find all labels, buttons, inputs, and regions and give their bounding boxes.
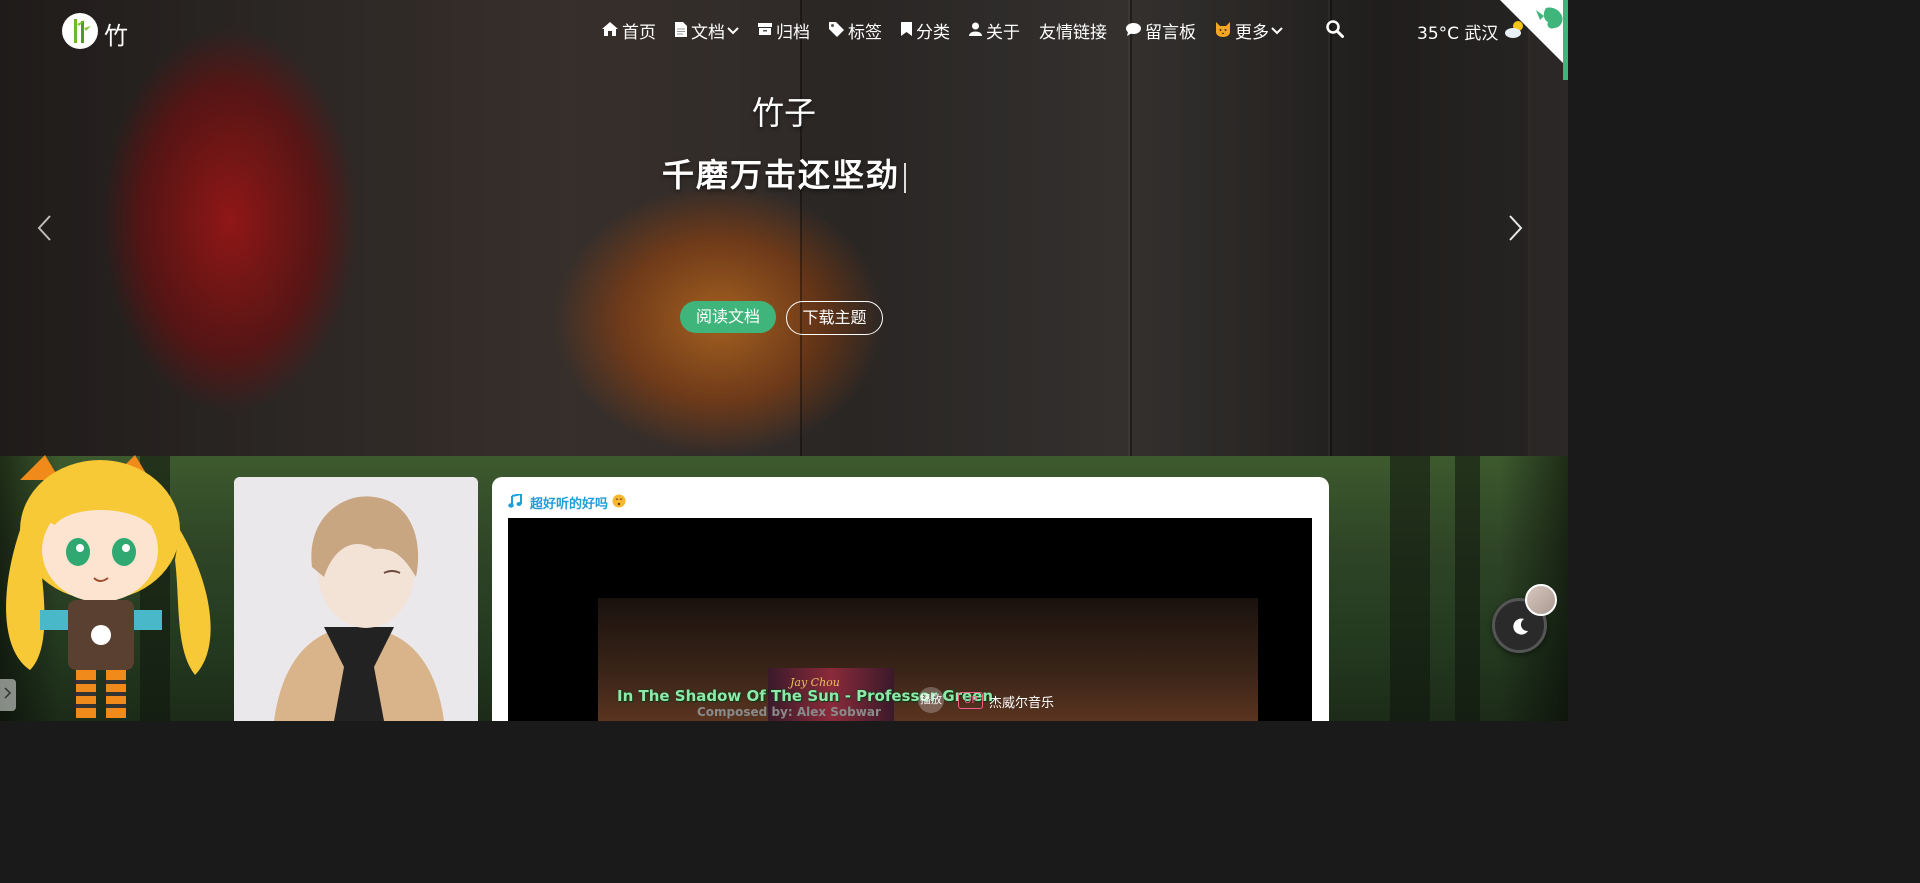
- main-menu: 首页 文档 归档 标签 分类 关于 友情链接 留言板 更多: [602, 18, 1302, 43]
- hero-shade: [0, 0, 1568, 456]
- anime-girl-mascot-icon: [6, 455, 211, 718]
- music-card: 超好听的好吗: [492, 477, 1329, 721]
- site-logo[interactable]: [62, 13, 98, 49]
- carousel-prev-button[interactable]: [36, 214, 66, 250]
- scroll-progress-indicator: [1563, 0, 1568, 80]
- user-icon: [969, 22, 982, 39]
- music-card-header: 超好听的好吗: [508, 492, 626, 512]
- nav-item-tags[interactable]: 标签: [829, 18, 882, 43]
- github-octocat-icon: [1500, 0, 1568, 68]
- live2d-mascot[interactable]: [0, 450, 220, 721]
- hero-banner: 竹 首页 文档 归档 标签 分类 关于 友情链接 留言板 更多 35°C 武汉 …: [0, 0, 1568, 456]
- music-note-icon: [508, 492, 522, 512]
- comment-icon: [1126, 22, 1141, 39]
- hero-subtitle-text: 千磨万击还坚劲: [661, 156, 900, 194]
- nav-item-label: 标签: [848, 23, 882, 43]
- home-icon: [602, 22, 618, 39]
- nav-item-label: 友情链接: [1039, 23, 1107, 43]
- archive-icon: [758, 23, 772, 38]
- bamboo-logo-icon: [74, 19, 91, 43]
- bg-tree-trunk: [1455, 456, 1480, 721]
- document-icon: [675, 21, 687, 40]
- nav-item-friends[interactable]: 友情链接: [1039, 18, 1107, 43]
- nav-item-label: 更多: [1235, 23, 1269, 43]
- github-corner[interactable]: [1500, 0, 1568, 68]
- hero-title: 竹子: [751, 94, 816, 132]
- top-navbar: 竹 首页 文档 归档 标签 分类 关于 友情链接 留言板 更多 35°C 武汉: [0, 0, 1568, 68]
- music-card-title: 超好听的好吗: [530, 497, 609, 512]
- bookmark-icon: [901, 22, 912, 39]
- nav-item-label: 关于: [986, 23, 1020, 43]
- typing-cursor: [904, 162, 906, 193]
- chevron-left-icon: [37, 215, 51, 241]
- video-play-button[interactable]: 播放: [918, 687, 944, 713]
- bg-tree-trunk: [1390, 456, 1430, 721]
- nav-item-label: 归档: [776, 23, 810, 43]
- uploader-badge: UP: [958, 692, 984, 709]
- carousel-next-button[interactable]: [1508, 214, 1538, 250]
- composer-credit: Composed by: Alex Sobwar: [697, 705, 881, 719]
- chevron-right-icon: [4, 687, 12, 699]
- tag-icon: [829, 21, 844, 40]
- kiss-face-emoji-icon: [612, 494, 626, 512]
- nav-item-more[interactable]: 更多: [1215, 18, 1283, 43]
- nav-item-about[interactable]: 关于: [969, 18, 1020, 43]
- nav-item-docs[interactable]: 文档: [675, 18, 739, 43]
- chevron-down-icon: [727, 24, 739, 38]
- nav-item-archive[interactable]: 归档: [758, 18, 810, 43]
- nav-item-home[interactable]: 首页: [602, 18, 656, 43]
- cat-icon: [1215, 21, 1231, 40]
- uploader-name[interactable]: 杰威尔音乐: [989, 692, 1054, 711]
- moon-icon: [1512, 618, 1528, 635]
- hero-subtitle: 千磨万击还坚劲: [0, 150, 1568, 196]
- nav-item-label: 首页: [622, 23, 656, 43]
- search-icon: [1326, 20, 1344, 38]
- floating-user-avatar[interactable]: [1525, 584, 1557, 616]
- chevron-down-icon: [1271, 24, 1283, 38]
- nav-item-label: 分类: [916, 23, 950, 43]
- sidebar-toggle-button[interactable]: [0, 679, 16, 711]
- nav-item-label: 文档: [691, 23, 725, 43]
- profile-avatar-illustration: [234, 477, 478, 721]
- search-button[interactable]: [1326, 20, 1346, 40]
- nav-item-guestbook[interactable]: 留言板: [1126, 18, 1196, 43]
- download-theme-button[interactable]: 下载主题: [786, 301, 883, 335]
- nav-item-categories[interactable]: 分类: [901, 18, 950, 43]
- chevron-right-icon: [1509, 215, 1523, 241]
- site-name[interactable]: 竹: [104, 16, 128, 51]
- nav-item-label: 留言板: [1145, 23, 1196, 43]
- profile-card[interactable]: [234, 477, 478, 721]
- read-docs-button[interactable]: 阅读文档: [680, 301, 776, 333]
- weather-text: 35°C 武汉: [1417, 24, 1499, 44]
